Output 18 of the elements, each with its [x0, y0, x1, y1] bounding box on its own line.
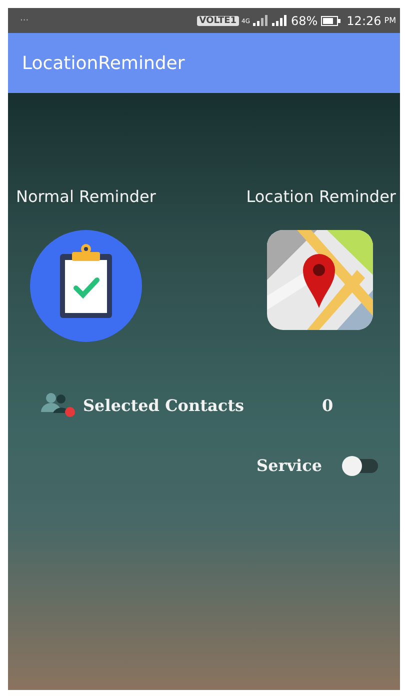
option-label: Normal Reminder [16, 187, 156, 206]
clipboard-check-icon[interactable] [30, 230, 142, 342]
signal-icon [272, 15, 288, 26]
clock-time: 12:26 [346, 14, 382, 28]
network-badge: VOLTE1 [197, 16, 239, 26]
contacts-count: 0 [322, 396, 334, 414]
service-switch[interactable] [344, 458, 378, 472]
notification-dots: ··· [20, 16, 29, 26]
clock-suffix: PM [384, 16, 396, 25]
map-pin-icon[interactable] [267, 230, 376, 332]
contacts-icon [41, 392, 75, 418]
app-title: LocationReminder [22, 52, 185, 74]
signal-icon [253, 15, 269, 26]
battery-icon [320, 16, 341, 26]
contacts-label: Selected Contacts [83, 396, 244, 414]
battery-percent: 68% [291, 14, 318, 28]
service-label: Service [256, 456, 322, 475]
option-label: Location Reminder [246, 187, 396, 206]
